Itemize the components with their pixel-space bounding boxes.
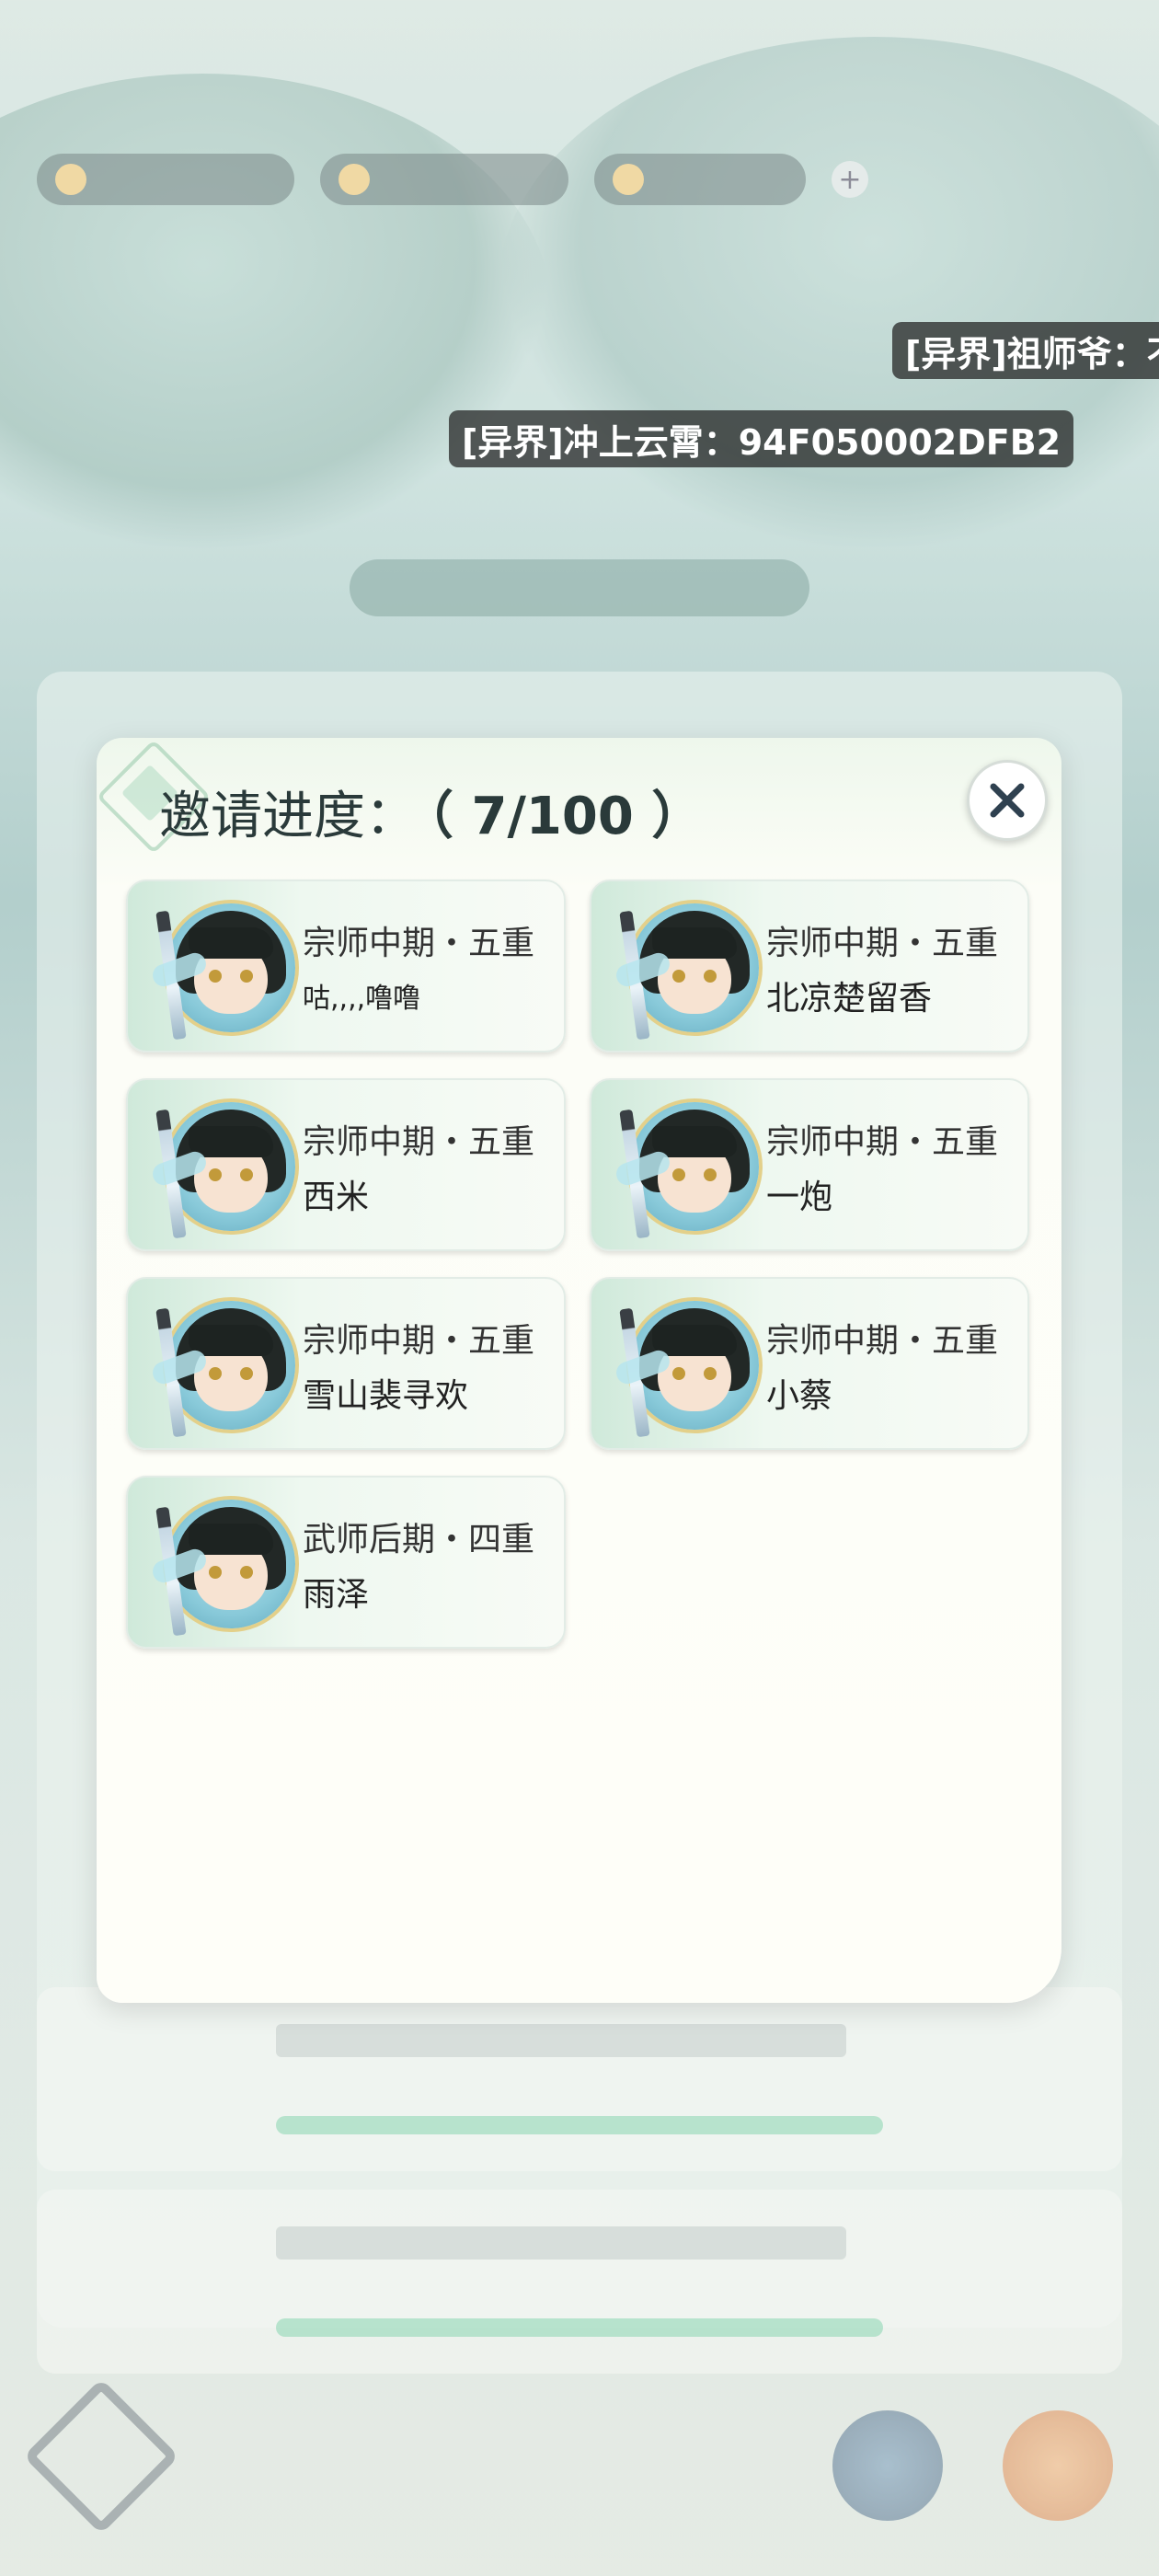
invitee-name: 雪山裴寻欢: [303, 1377, 469, 1415]
invitee-card: 宗师中期・五重 雪山裴寻欢: [126, 1277, 566, 1450]
invite-progress-count: （ 7/100 ）: [428, 787, 704, 846]
modal-title: 邀请进度：（ 7/100 ）: [159, 775, 703, 849]
invitee-rank: 宗师中期・五重: [766, 1322, 999, 1360]
avatar: [612, 894, 759, 1041]
invitee-rank: 宗师中期・五重: [766, 1123, 999, 1161]
avatar: [148, 894, 295, 1041]
invitee-rank: 宗师中期・五重: [303, 1123, 535, 1161]
invitee-name: 西米: [303, 1179, 370, 1216]
avatar: [612, 1093, 759, 1240]
close-button[interactable]: [967, 760, 1048, 841]
invitee-card: 宗师中期・五重 北凉楚留香: [590, 880, 1029, 1052]
invitee-card: 宗师中期・五重 一炮: [590, 1078, 1029, 1251]
avatar: [148, 1093, 295, 1240]
invitee-card: 宗师中期・五重 咕,,,,噜噜: [126, 880, 566, 1052]
invitee-name: 小蔡: [766, 1377, 833, 1415]
avatar: [612, 1292, 759, 1439]
invitee-rank: 武师后期・四重: [303, 1521, 535, 1558]
invitee-rank: 宗师中期・五重: [303, 1322, 535, 1360]
modal-title-label: 邀请进度：: [159, 787, 417, 846]
invitee-card: 宗师中期・五重 西米: [126, 1078, 566, 1251]
invitee-card: 宗师中期・五重 小蔡: [590, 1277, 1029, 1450]
close-icon: [990, 783, 1025, 818]
avatar: [148, 1490, 295, 1638]
invitee-card: 武师后期・四重 雨泽: [126, 1476, 566, 1649]
invitee-name: 一炮: [766, 1179, 833, 1216]
invitee-name: 咕,,,,噜噜: [303, 983, 421, 1015]
avatar: [148, 1292, 295, 1439]
invite-progress-modal: 邀请进度：（ 7/100 ） 宗师中期・五重 咕,,,,噜噜 宗师中期・五重 北…: [96, 738, 1061, 2003]
danmaku-message: [异界]祖师爷：不: [892, 322, 1159, 379]
invitee-rank: 宗师中期・五重: [766, 925, 999, 962]
invitee-rank: 宗师中期・五重: [303, 925, 535, 962]
danmaku-message: [异界]冲上云霄：94F050002DFB2: [449, 410, 1074, 467]
invitee-name: 北凉楚留香: [766, 980, 933, 1018]
invitee-name: 雨泽: [303, 1576, 370, 1614]
